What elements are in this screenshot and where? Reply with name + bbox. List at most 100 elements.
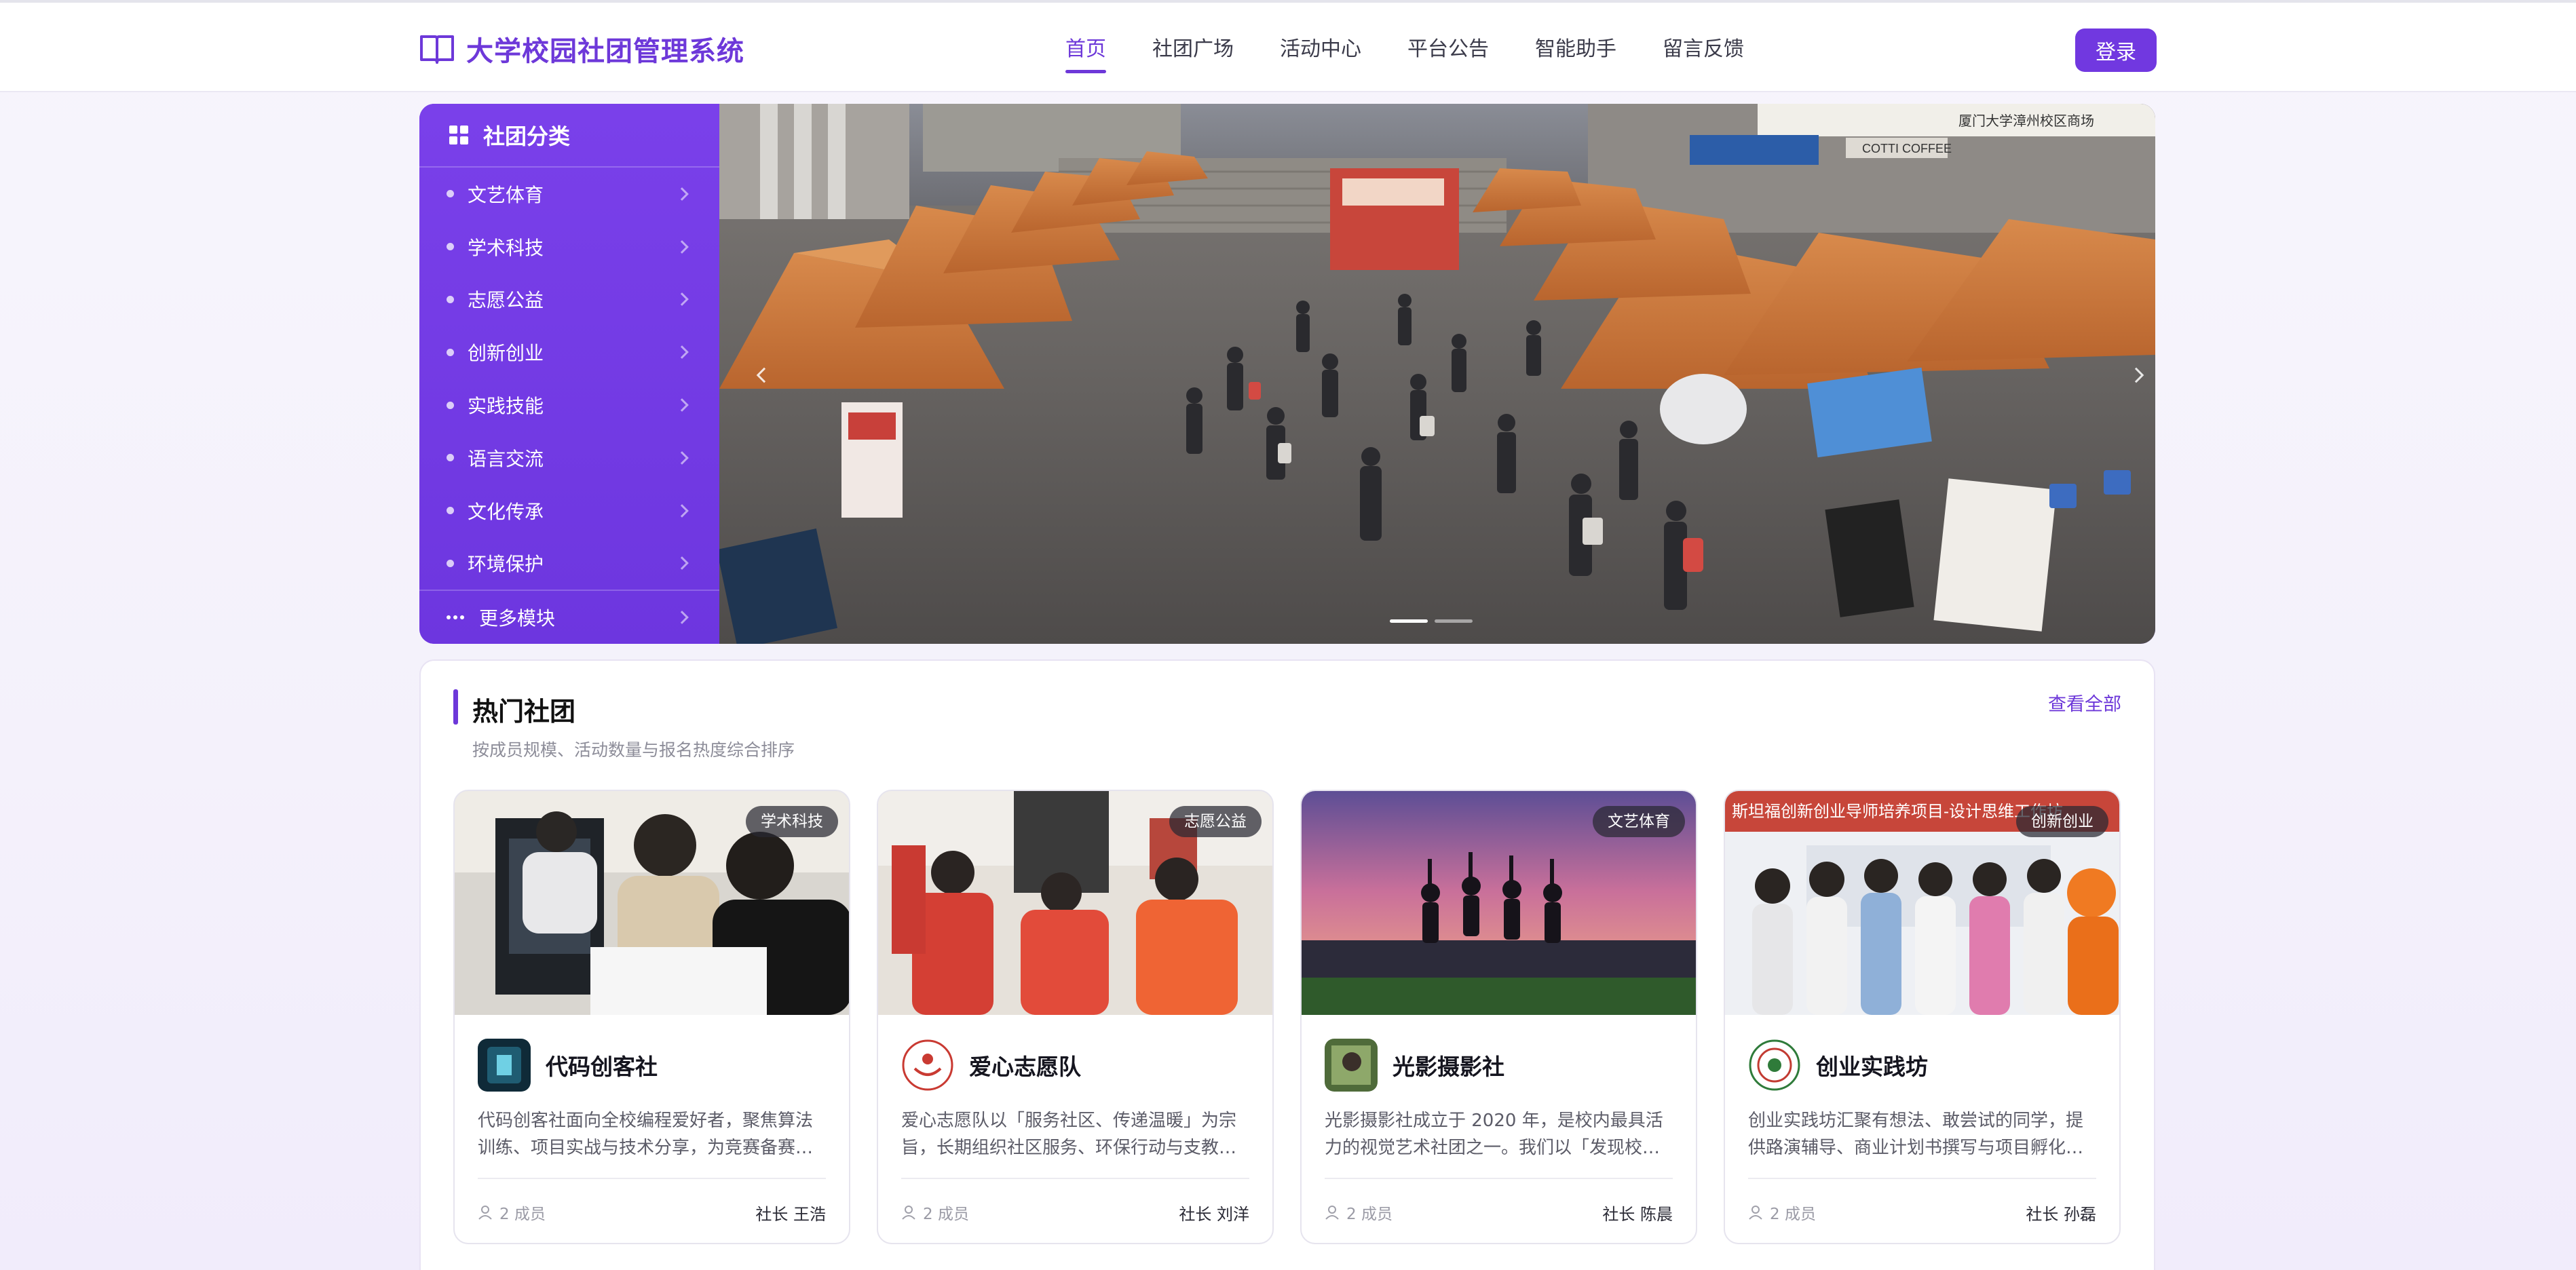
brand[interactable]: 大学校园社团管理系统 — [419, 30, 744, 68]
chevron-left-icon — [756, 367, 772, 383]
banner-carousel[interactable]: COTTI COFFEE 厦门大学漳州校区商场 — [719, 104, 2155, 644]
card-footer: 2 成员 社长 孙磊 — [1748, 1178, 2096, 1243]
club-cover-image: 斯坦福创新创业导师培养项目-设计思维工作坊 创新创业 — [1725, 791, 2119, 1015]
member-count: 2 成员 — [478, 1201, 546, 1224]
bullet-icon — [447, 507, 454, 515]
chevron-right-icon — [2128, 367, 2144, 383]
category-item-entrepreneurship[interactable]: 创新创业 — [419, 326, 719, 379]
category-label: 语言交流 — [468, 447, 544, 470]
member-count-text: 2 成员 — [1770, 1206, 1816, 1223]
chevron-right-icon — [675, 503, 689, 518]
nav-home[interactable]: 首页 — [1065, 30, 1106, 73]
more-modules-item[interactable]: 更多模块 — [419, 590, 719, 644]
user-icon — [1749, 1206, 1762, 1220]
club-card[interactable]: 文艺体育 光影摄影社 光影摄影社成立于 2020 年，是校内最具活力的视觉艺术社… — [1300, 790, 1697, 1244]
club-card[interactable]: 斯坦福创新创业导师培养项目-设计思维工作坊 创新创业 创业实践坊 创业实践坊汇聚… — [1724, 790, 2121, 1244]
sidebar-title: 社团分类 — [483, 123, 571, 149]
club-card[interactable]: 学术科技 代码创客社 代码创客社面向全校编程爱好者，聚焦算法训练、项目实战与技术… — [453, 790, 850, 1244]
carousel-dot-2[interactable] — [1435, 619, 1473, 623]
bullet-icon — [447, 190, 454, 198]
nav-club-square[interactable]: 社团广场 — [1152, 30, 1234, 71]
club-avatar — [901, 1039, 954, 1092]
chevron-right-icon — [675, 345, 689, 360]
nav-announcements[interactable]: 平台公告 — [1407, 30, 1489, 71]
category-item-environment[interactable]: 环境保护 — [419, 537, 719, 590]
chevron-right-icon — [675, 239, 689, 254]
member-count-text: 2 成员 — [499, 1206, 546, 1223]
category-label: 志愿公益 — [468, 289, 544, 312]
chevron-right-icon — [675, 292, 689, 307]
category-item-culture[interactable]: 文化传承 — [419, 484, 719, 537]
category-item-volunteer[interactable]: 志愿公益 — [419, 273, 719, 326]
nav-activity-center[interactable]: 活动中心 — [1280, 30, 1361, 71]
bullet-icon — [447, 454, 454, 462]
club-description: 创业实践坊汇聚有想法、敢尝试的同学，提供路演辅导、商业计划书撰写与项目孵化… — [1748, 1111, 2084, 1158]
club-leader: 社长 孙磊 — [2026, 1204, 2096, 1224]
category-label: 环境保护 — [468, 553, 544, 576]
club-description: 光影摄影社成立于 2020 年，是校内最具活力的视觉艺术社团之一。我们以「发现校… — [1325, 1111, 1663, 1158]
member-count: 2 成员 — [901, 1201, 969, 1224]
category-label: 文化传承 — [468, 500, 544, 523]
nav-feedback[interactable]: 留言反馈 — [1663, 30, 1744, 71]
carousel-next-arrow[interactable] — [2123, 355, 2150, 396]
category-item-academic-tech[interactable]: 学术科技 — [419, 220, 719, 273]
workshop-banner-text: 斯坦福创新创业导师培养项目-设计思维工作坊 — [1732, 803, 2063, 821]
member-count-text: 2 成员 — [1346, 1206, 1393, 1223]
app-title: 大学校园社团管理系统 — [466, 36, 744, 67]
member-count: 2 成员 — [1325, 1201, 1393, 1224]
club-card-list: 学术科技 代码创客社 代码创客社面向全校编程爱好者，聚焦算法训练、项目实战与技术… — [453, 790, 2121, 1244]
club-name: 光影摄影社 — [1393, 1054, 1504, 1080]
category-item-practical-skills[interactable]: 实践技能 — [419, 379, 719, 431]
chevron-right-icon — [675, 450, 689, 465]
member-count-text: 2 成员 — [923, 1206, 969, 1223]
section-title: 热门社团 — [472, 697, 576, 727]
category-tag: 学术科技 — [746, 806, 838, 837]
nav-ai-assistant[interactable]: 智能助手 — [1535, 30, 1616, 71]
category-item-arts-sports[interactable]: 文艺体育 — [419, 168, 719, 220]
hot-clubs-section: 热门社团 按成员规模、活动数量与报名热度综合排序 查看全部 学术科技 代码创客社… — [419, 659, 2155, 1270]
category-tag: 创新创业 — [2016, 806, 2108, 837]
category-item-language[interactable]: 语言交流 — [419, 431, 719, 484]
banner-image: COTTI COFFEE 厦门大学漳州校区商场 — [719, 104, 2155, 644]
section-accent-bar — [453, 689, 458, 725]
login-button[interactable]: 登录 — [2075, 28, 2157, 72]
category-label: 文艺体育 — [468, 183, 544, 206]
chevron-right-icon — [675, 398, 689, 412]
svg-text:厦门大学漳州校区商场: 厦门大学漳州校区商场 — [1958, 113, 2094, 129]
bullet-icon — [447, 401, 454, 409]
club-description: 代码创客社面向全校编程爱好者，聚焦算法训练、项目实战与技术分享，为竞赛备赛… — [478, 1111, 814, 1158]
book-icon — [420, 35, 454, 64]
club-name: 爱心志愿队 — [969, 1054, 1081, 1080]
main-nav: 首页 社团广场 活动中心 平台公告 智能助手 留言反馈 — [1065, 30, 1790, 73]
category-label: 实践技能 — [468, 395, 544, 418]
club-cover-image: 文艺体育 — [1302, 791, 1696, 1015]
carousel-prev-arrow[interactable] — [751, 355, 778, 396]
club-leader: 社长 王浩 — [755, 1204, 826, 1224]
chevron-right-icon — [675, 611, 689, 624]
user-icon — [478, 1206, 492, 1220]
view-all-link[interactable]: 查看全部 — [2048, 689, 2121, 716]
carousel-indicators — [1390, 619, 1473, 623]
card-footer: 2 成员 社长 刘洋 — [901, 1178, 1249, 1243]
club-card[interactable]: 志愿公益 爱心志愿队 爱心志愿队以「服务社区、传递温暖」为宗旨，长期组织社区服务… — [877, 790, 1274, 1244]
club-name: 创业实践坊 — [1816, 1054, 1928, 1080]
more-modules-label: 更多模块 — [479, 607, 556, 630]
category-label: 学术科技 — [468, 236, 544, 259]
svg-text:COTTI COFFEE: COTTI COFFEE — [1862, 142, 1952, 155]
sidebar-header: 社团分类 — [419, 104, 719, 168]
top-navbar: 大学校园社团管理系统 首页 社团广场 活动中心 平台公告 智能助手 留言反馈 登… — [0, 0, 2576, 92]
more-dots-icon — [447, 615, 464, 619]
user-icon — [1325, 1206, 1339, 1220]
bullet-icon — [447, 559, 454, 567]
user-icon — [902, 1206, 915, 1220]
carousel-dot-1[interactable] — [1390, 619, 1428, 623]
club-leader: 社长 刘洋 — [1179, 1204, 1249, 1224]
club-avatar — [1748, 1039, 1801, 1092]
club-name: 代码创客社 — [546, 1054, 658, 1080]
grid-icon — [449, 126, 468, 145]
card-footer: 2 成员 社长 陈晨 — [1325, 1178, 1673, 1243]
category-list: 文艺体育 学术科技 志愿公益 创新创业 实践技能 语言交流 文化传承 环境保护 — [419, 168, 719, 590]
club-avatar — [478, 1039, 531, 1092]
category-sidebar: 社团分类 文艺体育 学术科技 志愿公益 创新创业 实践技能 语言交流 文化传承 … — [419, 104, 719, 644]
club-avatar — [1325, 1039, 1378, 1092]
